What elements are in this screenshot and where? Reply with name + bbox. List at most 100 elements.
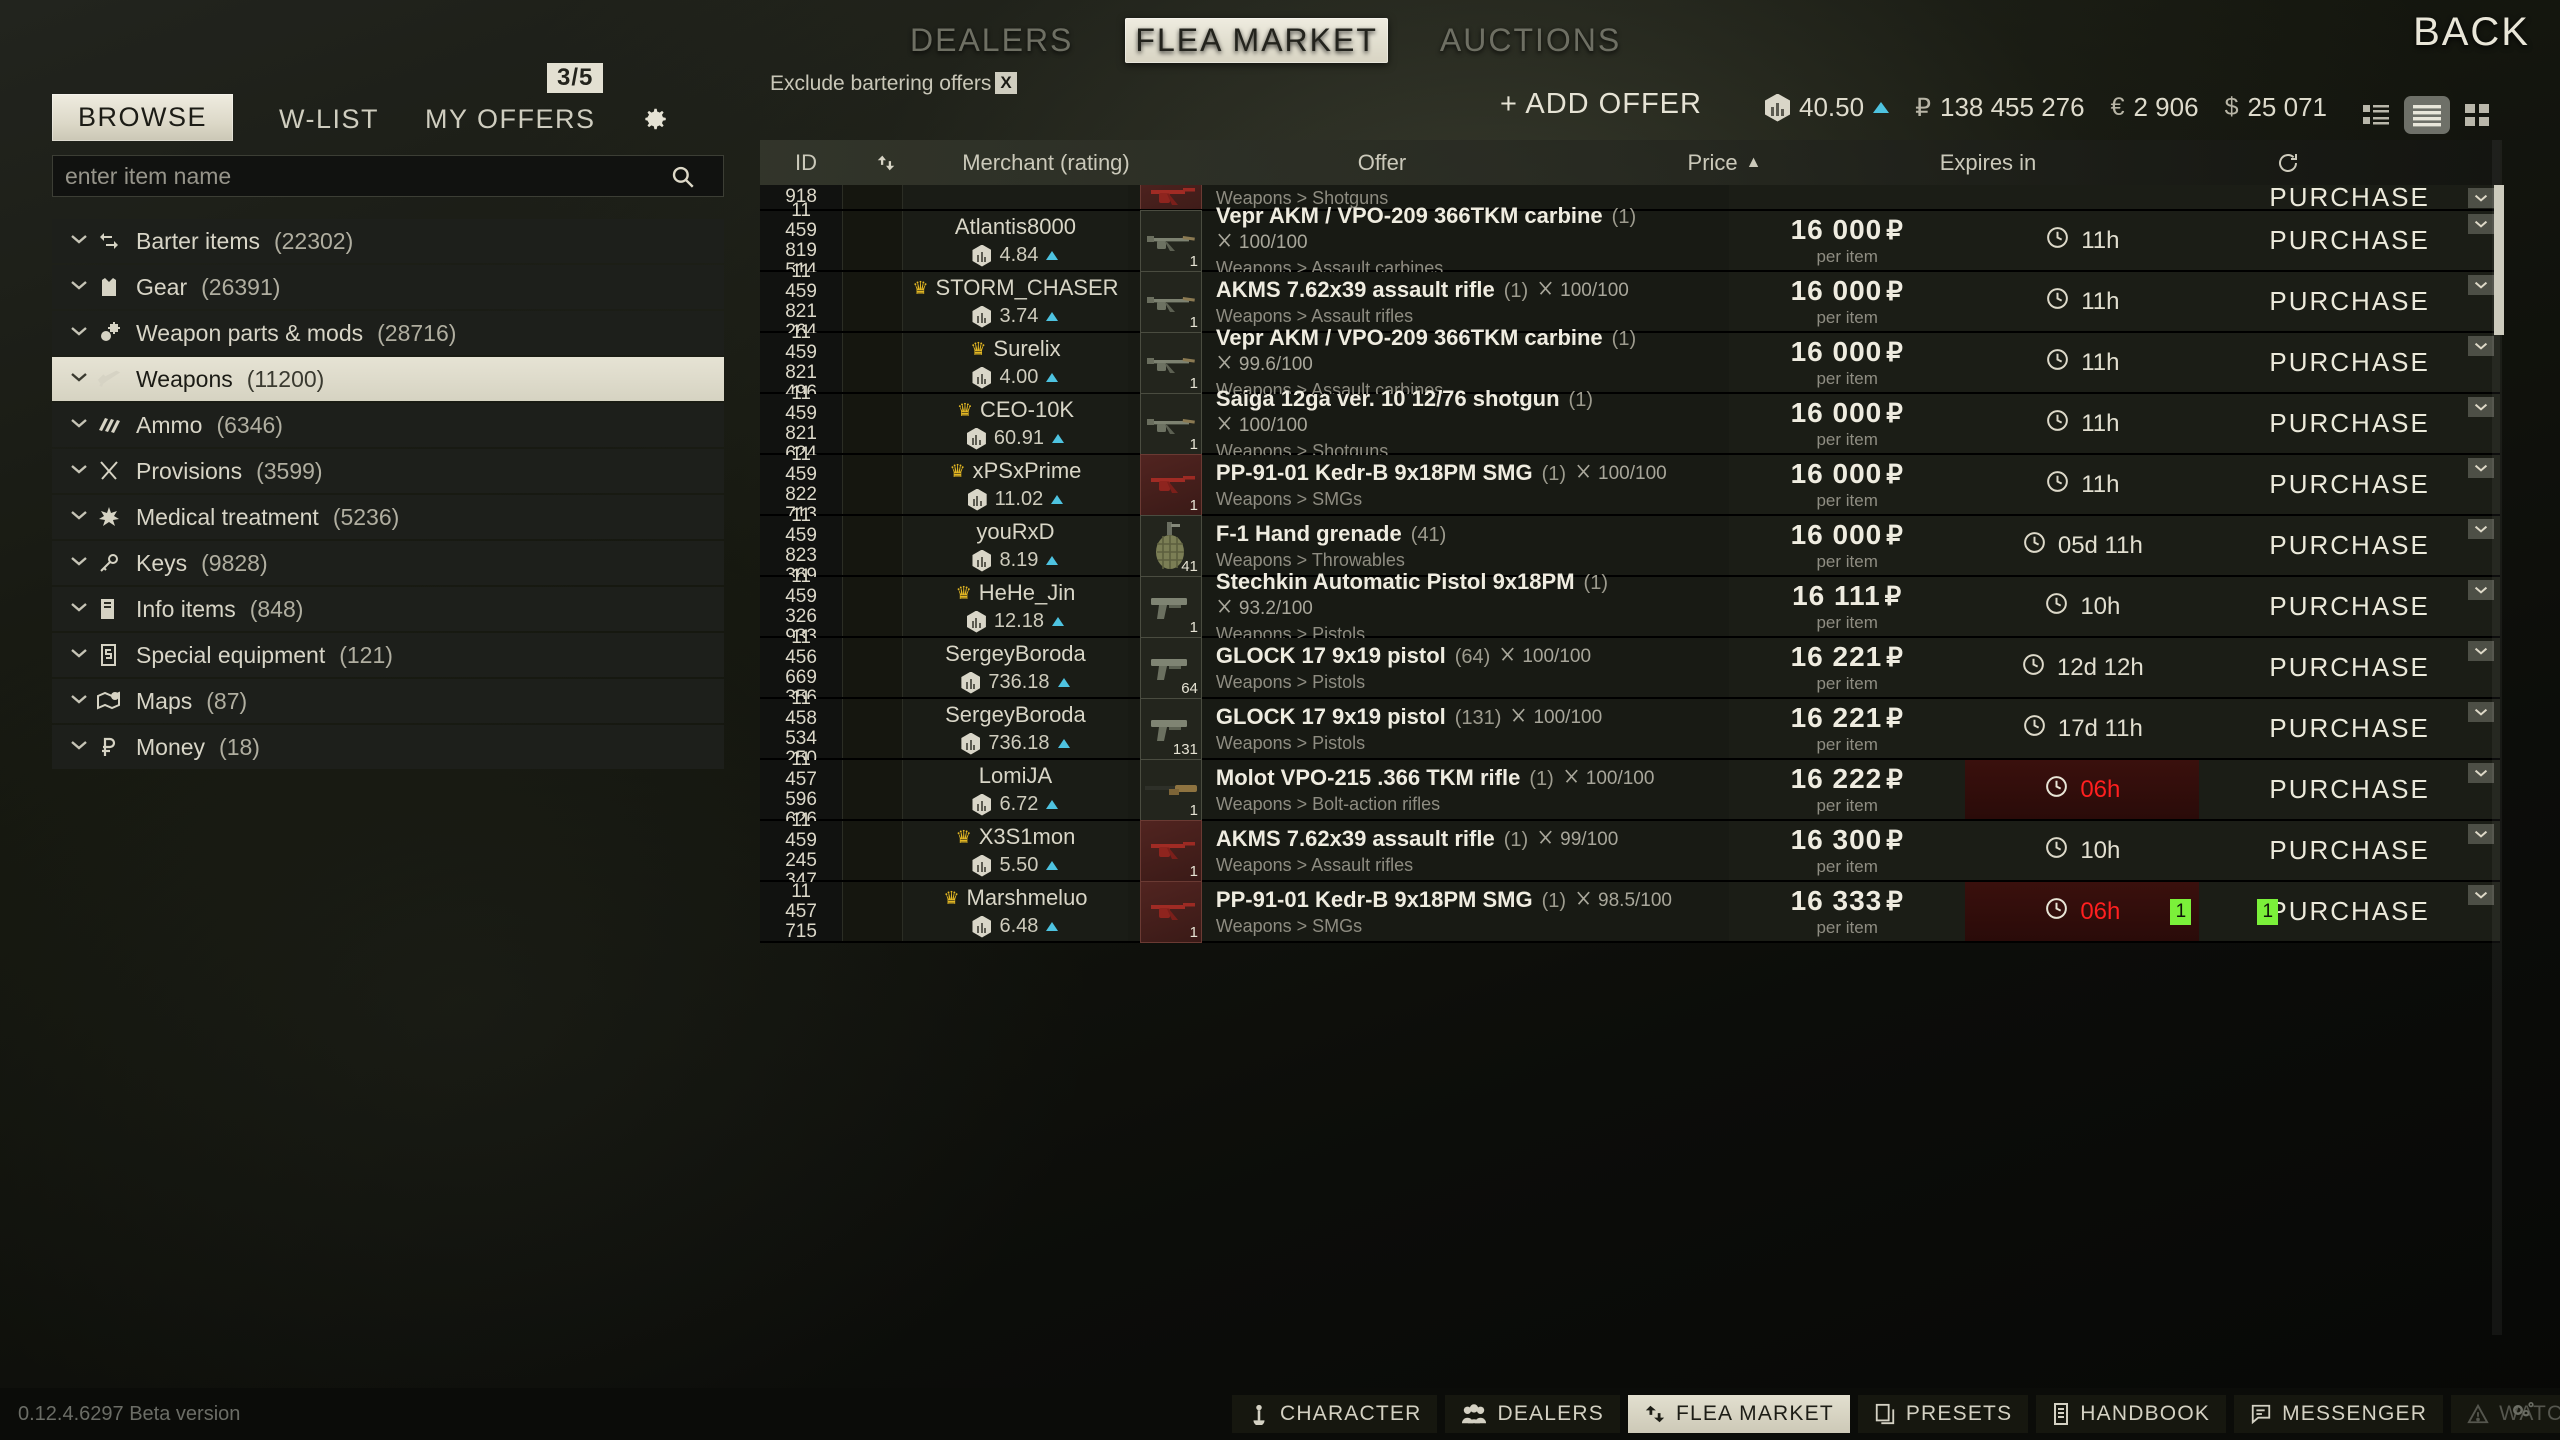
settings-gear-icon[interactable] xyxy=(636,102,670,141)
item-thumbnail[interactable]: 1 xyxy=(1139,880,1202,943)
nav-presets[interactable]: PRESETS xyxy=(1857,1395,2029,1433)
chevron-down-icon[interactable] xyxy=(70,646,88,664)
purchase-cell[interactable]: PURCHASE xyxy=(2199,211,2500,270)
merchant-cell[interactable]: ♛ X3S1mon 5.50 xyxy=(903,821,1128,880)
merchant-cell[interactable]: LomiJA 6.72 xyxy=(903,760,1128,819)
back-button[interactable]: BACK xyxy=(2413,10,2530,55)
offer-cell[interactable]: 1 AKMS 7.62x39 assault rifle (1) 99/100 Weap… xyxy=(1127,819,1729,882)
settings-cog-icon[interactable] xyxy=(2508,1399,2538,1430)
compact-list-view-icon[interactable] xyxy=(2362,102,2390,128)
item-thumbnail[interactable]: 1 xyxy=(1139,392,1202,455)
purchase-dropdown-chevron-icon[interactable] xyxy=(2468,702,2494,722)
item-thumbnail[interactable]: 1 xyxy=(1139,575,1202,638)
nav-flea-market[interactable]: FLEA MARKET xyxy=(1627,1395,1850,1433)
merchant-cell[interactable]: ♛ STORM_CHASER 3.74 xyxy=(903,272,1128,331)
grid-view-icon[interactable] xyxy=(2464,102,2492,128)
merchant-cell[interactable]: ♛ CEO-10K 60.91 xyxy=(903,394,1128,453)
purchase-cell[interactable]: PURCHASE xyxy=(2199,638,2500,697)
purchase-cell[interactable]: PURCHASE xyxy=(2199,272,2500,331)
sidebar-item-weapons[interactable]: Weapons (11200) xyxy=(52,357,724,401)
detailed-list-view-icon[interactable] xyxy=(2404,96,2450,134)
nav-dealers[interactable]: DEALERS xyxy=(1445,1395,1620,1433)
purchase-cell[interactable]: PURCHASE xyxy=(2199,455,2500,514)
nav-handbook[interactable]: HANDBOOK xyxy=(2036,1395,2227,1433)
purchase-button[interactable]: PURCHASE xyxy=(2269,408,2429,439)
purchase-button[interactable]: PURCHASE xyxy=(2269,225,2429,256)
item-thumbnail[interactable]: 1 xyxy=(1139,453,1202,516)
chevron-down-icon[interactable] xyxy=(70,416,88,434)
purchase-dropdown-chevron-icon[interactable] xyxy=(2468,824,2494,844)
merchant-cell[interactable]: youRxD 8.19 xyxy=(903,516,1128,575)
offer-cell[interactable]: 1 AKMS 7.62x39 assault rifle (1) 100/100 Wea… xyxy=(1127,270,1729,333)
item-thumbnail[interactable]: 1 xyxy=(1139,819,1202,882)
offer-cell[interactable]: 1 PP-91-01 Kedr-B 9x18PM SMG (1) 98.5/100 We… xyxy=(1127,880,1729,943)
purchase-button[interactable]: PURCHASE xyxy=(2269,185,2429,209)
subtab-my-offers[interactable]: MY OFFERS xyxy=(425,98,596,141)
purchase-button[interactable]: PURCHASE xyxy=(2269,591,2429,622)
table-row[interactable]: 11 457 596 626 LomiJA 6.72 1 Molot VPO-215 .366… xyxy=(760,749,2500,829)
chevron-down-icon[interactable] xyxy=(70,324,88,342)
purchase-cell[interactable]: PURCHASE xyxy=(2199,699,2500,758)
exclude-bartering-checkbox[interactable]: X xyxy=(995,72,1017,94)
column-header-barter-swap-icon[interactable] xyxy=(852,152,920,174)
offer-cell[interactable]: 1 PP-91-01 Kedr-B 9x18PM SMG (1) 100/100 Wea… xyxy=(1127,453,1729,516)
purchase-cell[interactable]: PURCHASE 1 xyxy=(2199,882,2500,941)
table-scrollbar-thumb[interactable] xyxy=(2494,185,2504,335)
offer-cell[interactable]: 131 GLOCK 17 9x19 pistol (131) 100/100 Weapo… xyxy=(1127,697,1729,760)
item-thumbnail[interactable]: 1 xyxy=(1139,185,1202,209)
offer-cell[interactable]: 1 Molot VPO-215 .366 TKM rifle (1) 100/100 W… xyxy=(1127,758,1729,821)
column-header-merchant[interactable]: Merchant (rating) xyxy=(920,150,1172,176)
offer-cell[interactable]: 64 GLOCK 17 9x19 pistol (64) 100/100 Weapons… xyxy=(1127,636,1729,699)
column-header-price[interactable]: Price ▲ xyxy=(1592,150,1857,176)
purchase-dropdown-chevron-icon[interactable] xyxy=(2468,275,2494,295)
chevron-down-icon[interactable] xyxy=(70,278,88,296)
purchase-button[interactable]: PURCHASE xyxy=(2269,713,2429,744)
purchase-cell[interactable]: PURCHASE xyxy=(2199,394,2500,453)
purchase-button[interactable]: PURCHASE xyxy=(2269,286,2429,317)
sidebar-item-keys[interactable]: Keys (9828) xyxy=(52,541,724,585)
purchase-button[interactable]: PURCHASE xyxy=(2269,835,2429,866)
merchant-cell[interactable]: ♛ Surelix 4.00 xyxy=(903,333,1128,392)
purchase-dropdown-chevron-icon[interactable] xyxy=(2468,885,2494,905)
add-offer-button[interactable]: + ADD OFFER xyxy=(1500,88,1702,121)
merchant-cell[interactable]: ♛ HeHe_Jin 12.18 xyxy=(903,577,1128,636)
item-thumbnail[interactable]: 1 xyxy=(1139,270,1202,333)
purchase-dropdown-chevron-icon[interactable] xyxy=(2468,188,2494,208)
item-thumbnail[interactable]: 64 xyxy=(1139,636,1202,699)
item-thumbnail[interactable]: 1 xyxy=(1139,758,1202,821)
search-icon[interactable] xyxy=(670,164,696,195)
purchase-button[interactable]: PURCHASE xyxy=(2269,774,2429,805)
offer-cell[interactable]: 1 Saiga 12ga ver. 10 12/76 shotgun (1) 100/… xyxy=(1127,386,1729,461)
merchant-cell[interactable]: Atlantis8000 4.84 xyxy=(903,211,1128,270)
purchase-cell[interactable]: PURCHASE xyxy=(2199,333,2500,392)
item-thumbnail[interactable]: 1 xyxy=(1139,331,1202,394)
purchase-dropdown-chevron-icon[interactable] xyxy=(2468,519,2494,539)
chevron-down-icon[interactable] xyxy=(70,692,88,710)
chevron-down-icon[interactable] xyxy=(70,462,88,480)
chevron-down-icon[interactable] xyxy=(70,232,88,250)
purchase-cell[interactable]: PURCHASE xyxy=(2199,760,2500,819)
item-thumbnail[interactable]: 41 xyxy=(1139,514,1202,577)
purchase-dropdown-chevron-icon[interactable] xyxy=(2468,214,2494,234)
merchant-cell[interactable]: SergeyBoroda 736.18 xyxy=(903,638,1128,697)
sidebar-item-medical-treatment[interactable]: Medical treatment (5236) xyxy=(52,495,724,539)
nav-watchlist[interactable]: WATCHLIST xyxy=(2451,1395,2560,1433)
sidebar-item-ammo[interactable]: Ammo (6346) xyxy=(52,403,724,447)
column-header-offer[interactable]: Offer xyxy=(1172,150,1592,176)
subtab-browse[interactable]: BROWSE xyxy=(52,94,234,141)
purchase-dropdown-chevron-icon[interactable] xyxy=(2468,458,2494,478)
merchant-cell[interactable]: ♛ Marshmeluo 6.48 xyxy=(903,882,1128,941)
nav-messenger[interactable]: MESSENGER xyxy=(2234,1395,2444,1433)
purchase-button[interactable]: PURCHASE xyxy=(2269,896,2429,927)
chevron-down-icon[interactable] xyxy=(70,508,88,526)
sidebar-item-maps[interactable]: Maps (87) xyxy=(52,679,724,723)
offer-cell[interactable]: 41 F-1 Hand grenade (41) Weapons > Throwabl… xyxy=(1127,514,1729,577)
merchant-cell[interactable]: ♛ xPSxPrime 11.02 xyxy=(903,455,1128,514)
purchase-cell[interactable]: PURCHASE xyxy=(2199,577,2500,636)
table-row[interactable]: 11 459 819 514 Atlantis8000 4.84 1 Vepr AKM / V… xyxy=(760,200,2500,280)
item-thumbnail[interactable]: 131 xyxy=(1139,697,1202,760)
sidebar-item-barter-items[interactable]: Barter items (22302) xyxy=(52,219,724,263)
purchase-dropdown-chevron-icon[interactable] xyxy=(2468,580,2494,600)
purchase-button[interactable]: PURCHASE xyxy=(2269,530,2429,561)
chevron-down-icon[interactable] xyxy=(70,554,88,572)
